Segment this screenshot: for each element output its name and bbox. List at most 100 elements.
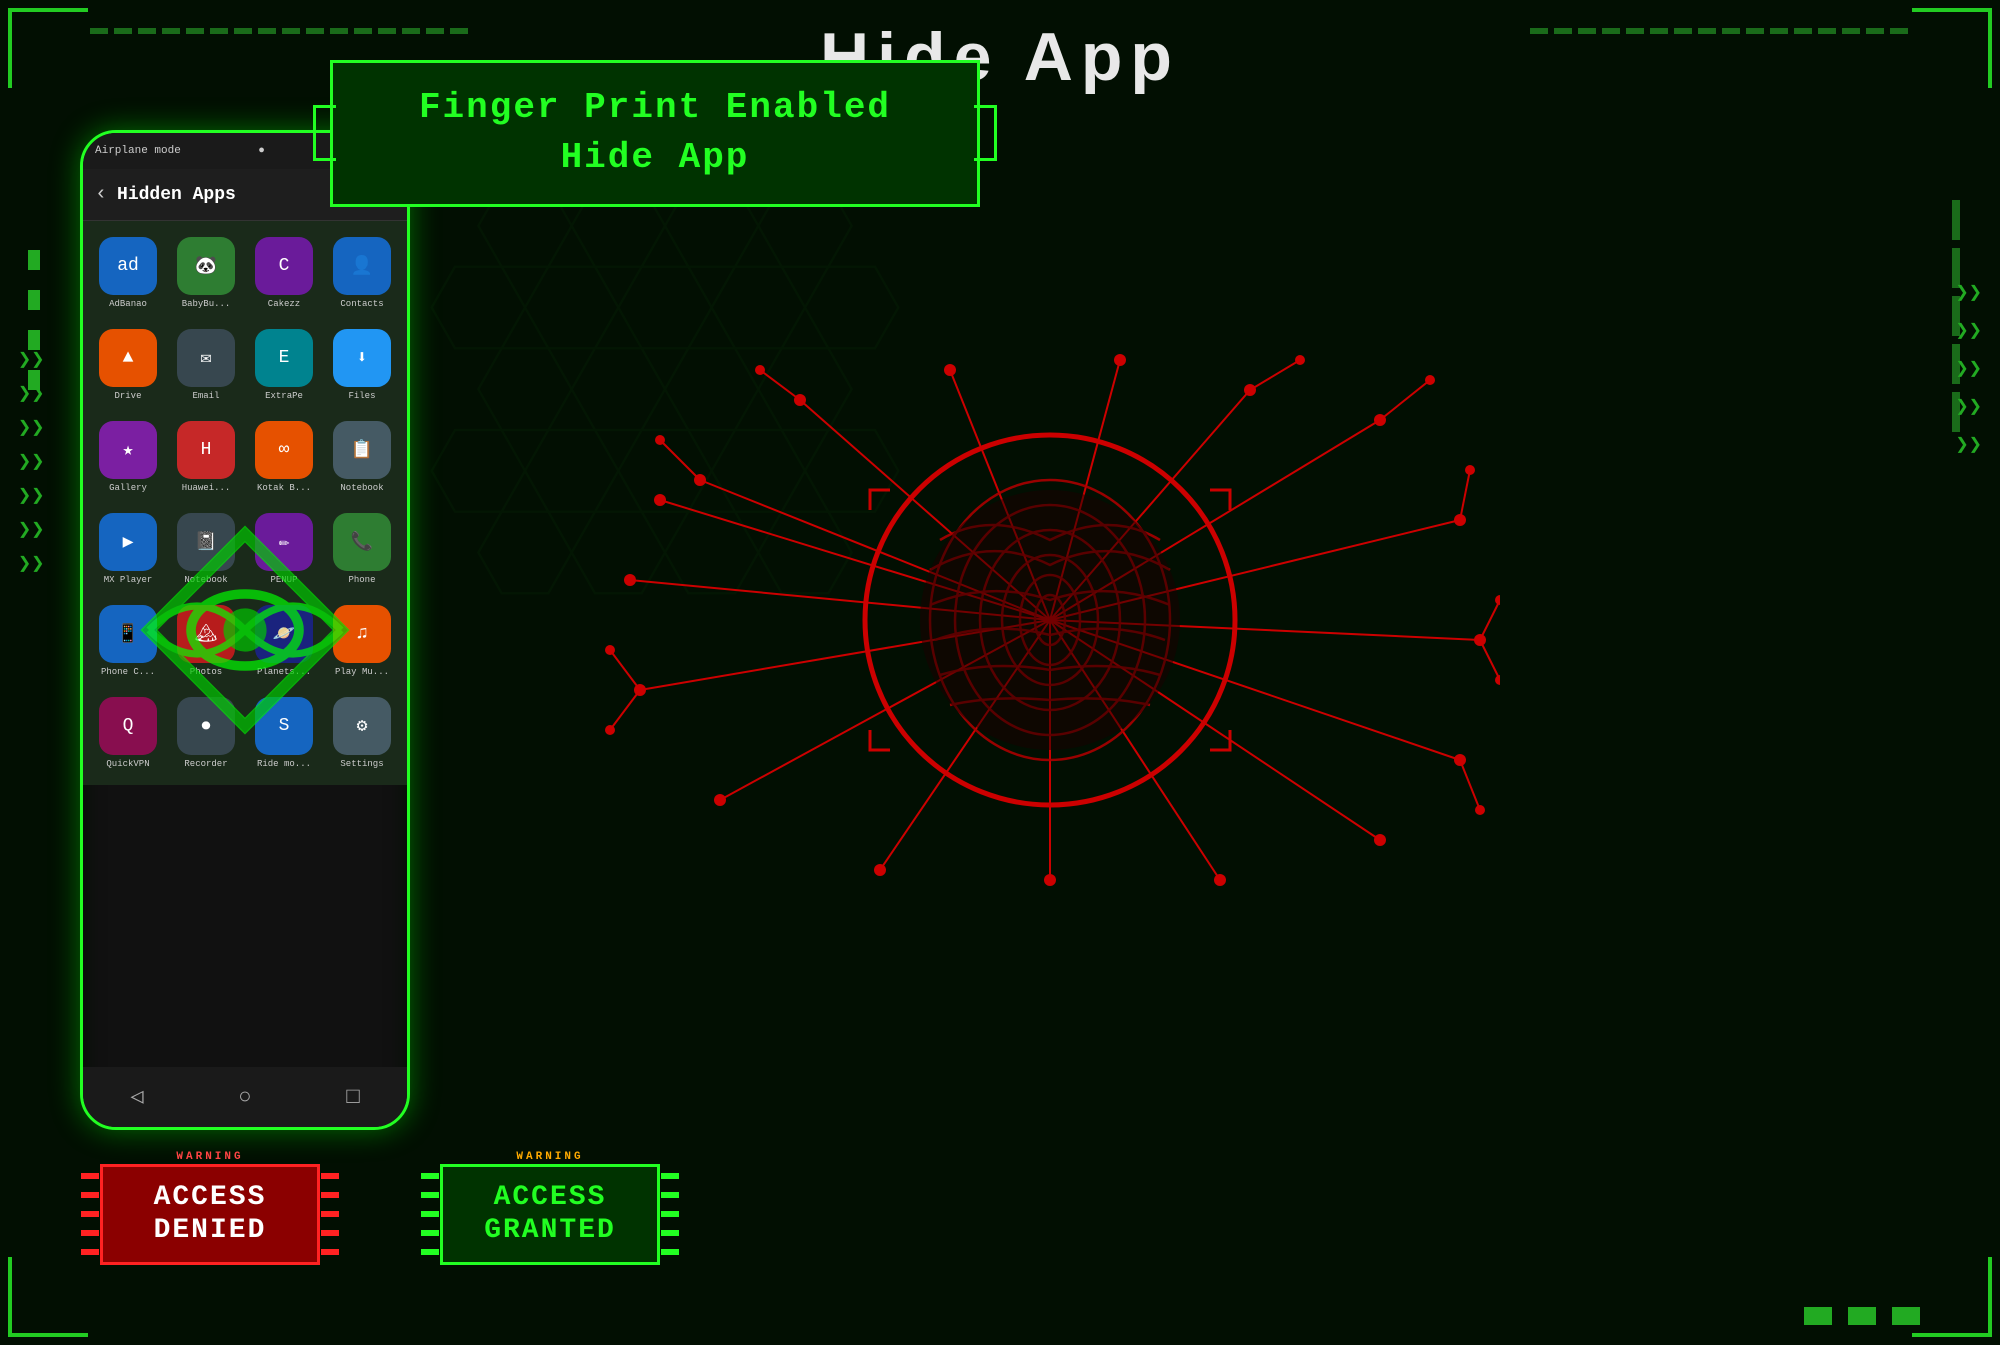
page-title: Hide App	[0, 18, 2000, 96]
app-icon: C	[255, 237, 313, 295]
feature-line1: Finger Print Enabled	[363, 83, 947, 133]
list-item[interactable]: adAdBanao	[91, 229, 165, 317]
access-denied-badge: WARNING ACCESS DENIED	[100, 1164, 320, 1265]
app-label: MX Player	[104, 575, 153, 585]
app-label: Photos	[190, 667, 222, 677]
signal-icon: ●	[258, 145, 265, 157]
left-dot-3	[28, 330, 40, 350]
app-icon: E	[255, 329, 313, 387]
left-chevron-5: ❯❯	[18, 486, 45, 508]
list-item[interactable]: C Cakezz	[247, 229, 321, 317]
feature-text: Finger Print Enabled Hide App	[363, 83, 947, 184]
list-item[interactable]: ∞Kotak B...	[247, 413, 321, 501]
list-item[interactable]: 📱 Phone C...	[91, 597, 165, 685]
app-label: Ride mo...	[257, 759, 311, 769]
right-chevron-5: ❯❯	[1956, 432, 1983, 458]
list-item[interactable]: 📓 Notebook	[169, 505, 243, 593]
app-label: Files	[348, 391, 375, 401]
list-item[interactable]: ★ Gallery	[91, 413, 165, 501]
status-badges: WARNING ACCESS DENIED WARNING	[100, 1164, 660, 1265]
list-item[interactable]: 📞Phone	[325, 505, 399, 593]
app-icon: ∞	[255, 421, 313, 479]
feature-line2: Hide App	[363, 133, 947, 183]
list-item[interactable]: ▲Drive	[91, 321, 165, 409]
list-item[interactable]: 📋Notebook	[325, 413, 399, 501]
badge-granted-stripes-left	[421, 1167, 439, 1262]
app-icon: H	[177, 421, 235, 479]
fingerprint-graphic	[600, 340, 1500, 900]
list-item[interactable]: S Ride mo...	[247, 689, 321, 777]
indicator-dot-2	[1848, 1307, 1876, 1325]
app-icon: ♫	[333, 605, 391, 663]
app-icon: 📋	[333, 421, 391, 479]
badge-granted-stripes-right	[661, 1167, 679, 1262]
indicator-dot-1	[1804, 1307, 1832, 1325]
list-item[interactable]: ✉ Email	[169, 321, 243, 409]
left-chevron-3: ❯❯	[18, 418, 45, 440]
app-label: Cakezz	[268, 299, 300, 309]
app-label: Planets...	[257, 667, 311, 677]
app-grid: adAdBanao🐼 BabyBu... C Cakezz 👤Contacts ▲Driv…	[83, 221, 407, 785]
feature-label-box: Finger Print Enabled Hide App	[330, 60, 980, 207]
access-granted-badge: WARNING ACCESS GRANTED	[440, 1164, 660, 1265]
app-icon: ★	[99, 421, 157, 479]
list-item[interactable]: 🏔 Photos	[169, 597, 243, 685]
list-item[interactable]: ⏺Recorder	[169, 689, 243, 777]
right-arrows: ❯❯ ❯❯ ❯❯ ❯❯ ❯❯	[1956, 280, 1983, 458]
app-icon: ✉	[177, 329, 235, 387]
app-label: Notebook	[184, 575, 227, 585]
app-icon: 📱	[99, 605, 157, 663]
list-item[interactable]: 🪐 Planets...	[247, 597, 321, 685]
app-icon: 🐼	[177, 237, 235, 295]
app-icon: 🪐	[255, 605, 313, 663]
back-nav-icon[interactable]: ◁	[130, 1084, 143, 1110]
app-label: Drive	[114, 391, 141, 401]
list-item[interactable]: E ExtraPe	[247, 321, 321, 409]
app-label: Email	[192, 391, 219, 401]
app-icon: 📞	[333, 513, 391, 571]
access-denied-text: ACCESS DENIED	[133, 1181, 287, 1248]
app-label: Recorder	[184, 759, 227, 769]
app-label: Phone C...	[101, 667, 155, 677]
back-icon[interactable]: ‹	[95, 183, 107, 206]
app-label: PENUP	[270, 575, 297, 585]
app-label: Huawei...	[182, 483, 231, 493]
app-icon: 🏔	[177, 605, 235, 663]
list-item[interactable]: ⚙ Settings	[325, 689, 399, 777]
app-icon: ▶	[99, 513, 157, 571]
home-nav-icon[interactable]: ○	[238, 1085, 251, 1110]
list-item[interactable]: 👤Contacts	[325, 229, 399, 317]
app-label: QuickVPN	[106, 759, 149, 769]
list-item[interactable]: ♫ Play Mu...	[325, 597, 399, 685]
left-chevron-6: ❯❯	[18, 520, 45, 542]
list-item[interactable]: 🐼 BabyBu...	[169, 229, 243, 317]
left-chevron-7: ❯❯	[18, 554, 45, 576]
right-chevron-2: ❯❯	[1956, 318, 1983, 344]
right-chevron-1: ❯❯	[1956, 280, 1983, 306]
app-label: Play Mu...	[335, 667, 389, 677]
warning-denied-label: WARNING	[176, 1151, 243, 1163]
badge-denied-stripes-left	[81, 1167, 99, 1262]
app-label: Settings	[340, 759, 383, 769]
app-icon: Q	[99, 697, 157, 755]
feature-box-inner: Finger Print Enabled Hide App	[330, 60, 980, 207]
list-item[interactable]: ⬇Files	[325, 321, 399, 409]
app-label: Gallery	[109, 483, 147, 493]
phone-nav-bar: ◁ ○ □	[83, 1067, 407, 1127]
list-item[interactable]: ✏PENUP	[247, 505, 321, 593]
app-label: Contacts	[340, 299, 383, 309]
list-item[interactable]: ▶ MX Player	[91, 505, 165, 593]
corner-bl	[8, 1257, 88, 1337]
left-dots	[28, 250, 40, 390]
indicator-dot-3	[1892, 1307, 1920, 1325]
app-icon: 📓	[177, 513, 235, 571]
app-icon: ⚙	[333, 697, 391, 755]
screen-title: Hidden Apps	[117, 185, 343, 205]
corner-br	[1912, 1257, 1992, 1337]
app-label: BabyBu...	[182, 299, 231, 309]
list-item[interactable]: H Huawei...	[169, 413, 243, 501]
app-label: ExtraPe	[265, 391, 303, 401]
list-item[interactable]: Q QuickVPN	[91, 689, 165, 777]
app-icon: S	[255, 697, 313, 755]
recent-nav-icon[interactable]: □	[346, 1085, 359, 1110]
